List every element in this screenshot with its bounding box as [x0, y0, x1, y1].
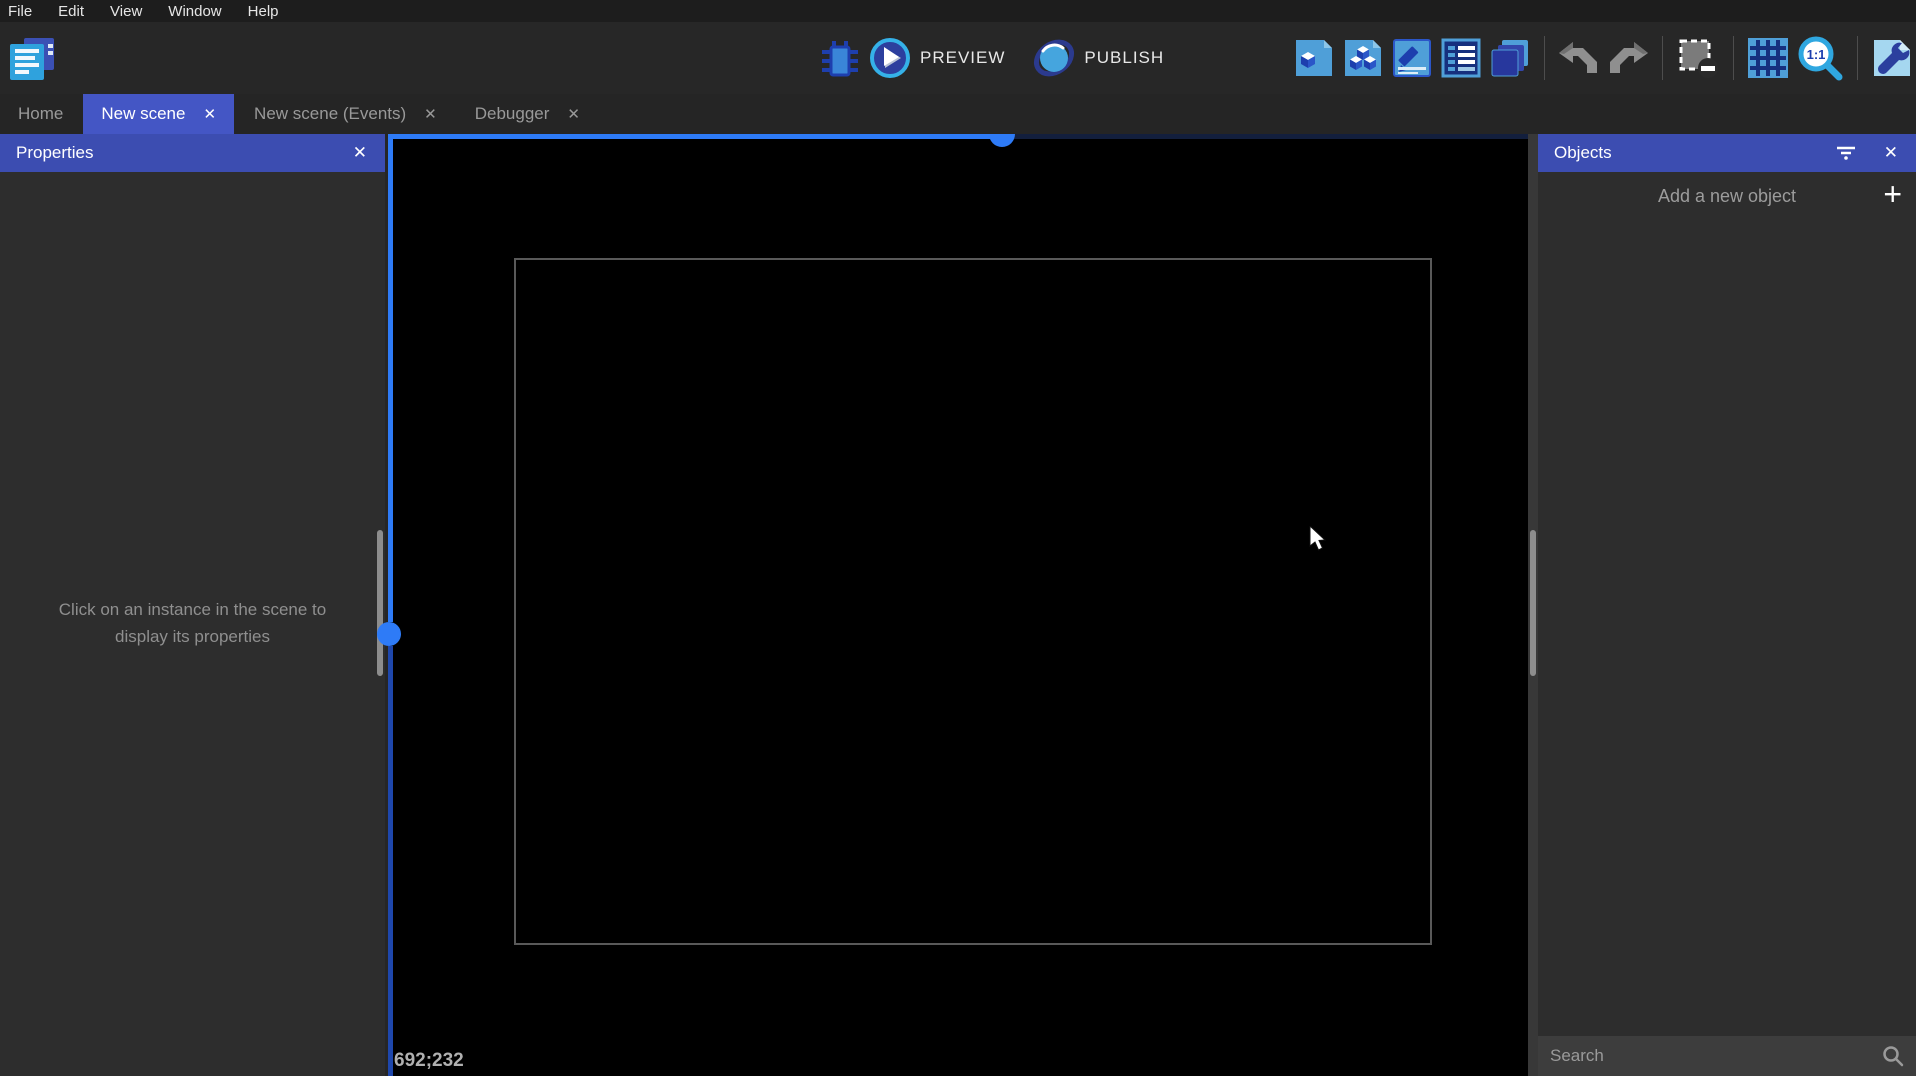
- canvas-left-border: [388, 134, 393, 622]
- plus-icon[interactable]: +: [1883, 176, 1902, 213]
- deselect-mask-icon[interactable]: [1677, 37, 1719, 79]
- menu-file[interactable]: File: [8, 3, 32, 20]
- debug-icon[interactable]: [820, 35, 860, 81]
- zoom-1-1-icon[interactable]: 1:1: [1797, 35, 1843, 81]
- menu-help[interactable]: Help: [248, 3, 279, 20]
- objects-search-bar: [1538, 1036, 1916, 1076]
- preview-play-icon[interactable]: [869, 37, 911, 79]
- toolbar-divider: [1544, 36, 1545, 80]
- menu-bar: File Edit View Window Help: [0, 0, 1916, 22]
- toolbar-divider: [1733, 36, 1734, 80]
- tab-debugger[interactable]: Debugger ✕: [457, 94, 598, 134]
- close-icon[interactable]: ✕: [567, 105, 580, 123]
- menu-view[interactable]: View: [110, 3, 142, 20]
- close-icon[interactable]: ✕: [203, 105, 216, 123]
- redo-icon[interactable]: [1608, 42, 1648, 74]
- toolbar-divider: [1662, 36, 1663, 80]
- toggle-grid-icon[interactable]: [1748, 38, 1788, 78]
- top-drag-handle[interactable]: [989, 134, 1015, 147]
- left-scrollbar-thumb[interactable]: [377, 530, 383, 676]
- toolbar-right-group: 1:1: [1294, 22, 1912, 94]
- close-icon[interactable]: ✕: [351, 143, 369, 163]
- tab-label: Debugger: [474, 104, 550, 123]
- toolbar: PREVIEW PUBLISH 1:1: [0, 22, 1916, 94]
- undo-icon[interactable]: [1559, 42, 1599, 74]
- svg-text:1:1: 1:1: [1807, 47, 1826, 62]
- open-object-groups-panel-icon[interactable]: [1343, 38, 1383, 78]
- search-icon[interactable]: [1882, 1045, 1904, 1067]
- right-scrollbar-track[interactable]: [1528, 134, 1538, 1076]
- tab-label: Home: [18, 104, 64, 123]
- left-drag-handle[interactable]: [377, 622, 401, 646]
- cursor-coordinates: 692;232: [394, 1050, 464, 1071]
- tab-label: New scene (Events): [254, 104, 407, 123]
- tab-new-scene[interactable]: New scene ✕: [83, 94, 235, 134]
- menu-window[interactable]: Window: [168, 3, 221, 20]
- publish-button[interactable]: PUBLISH: [1084, 48, 1164, 68]
- objects-panel-header: Objects ✕: [1538, 134, 1916, 172]
- add-new-object-button[interactable]: Add a new object +: [1538, 172, 1916, 220]
- objects-panel-title: Objects: [1554, 143, 1612, 162]
- toolbar-divider: [1857, 36, 1858, 80]
- canvas-left-border-dim: [388, 646, 393, 1076]
- tab-label: New scene: [101, 104, 186, 123]
- preview-button[interactable]: PREVIEW: [920, 48, 1005, 68]
- canvas-top-border-dim: [1002, 134, 1528, 139]
- open-scene-properties-icon[interactable]: [1872, 38, 1912, 78]
- gdevelop-window: File Edit View Window Help PREVIEW PUBLI…: [0, 0, 1916, 1076]
- tab-home[interactable]: Home: [0, 94, 81, 134]
- menu-edit[interactable]: Edit: [58, 3, 84, 20]
- add-new-object-label: Add a new object: [1657, 185, 1797, 206]
- properties-empty-message: Click on an instance in the scene to dis…: [58, 600, 327, 646]
- scene-canvas[interactable]: 692;232: [377, 134, 1528, 1076]
- mouse-cursor: [1308, 524, 1330, 557]
- toolbar-center-group: PREVIEW PUBLISH: [820, 22, 1164, 94]
- open-layers-panel-icon[interactable]: [1490, 38, 1530, 78]
- tab-bar: Home New scene ✕ New scene (Events) ✕ De…: [0, 94, 1916, 134]
- tab-new-scene-events[interactable]: New scene (Events) ✕: [236, 94, 455, 134]
- properties-panel-title: Properties: [16, 143, 94, 162]
- project-manager-icon[interactable]: [8, 36, 58, 82]
- publish-globe-icon[interactable]: [1033, 37, 1075, 79]
- filter-icon[interactable]: [1836, 146, 1856, 160]
- open-objects-panel-icon[interactable]: [1294, 38, 1334, 78]
- properties-panel-header: Properties ✕: [0, 134, 385, 172]
- search-input[interactable]: [1550, 1046, 1882, 1066]
- main-area: Properties ✕ Click on an instance in the…: [0, 134, 1916, 1076]
- close-icon[interactable]: ✕: [424, 105, 437, 123]
- right-scrollbar-thumb[interactable]: [1530, 530, 1536, 676]
- properties-panel: Properties ✕ Click on an instance in the…: [0, 134, 385, 1076]
- objects-panel: Objects ✕ Add a new object +: [1538, 134, 1916, 1076]
- canvas-top-border: [388, 134, 1002, 139]
- close-icon[interactable]: ✕: [1882, 143, 1900, 163]
- open-properties-panel-icon[interactable]: [1392, 38, 1432, 78]
- game-window-frame: [514, 258, 1432, 945]
- open-instances-list-panel-icon[interactable]: [1441, 38, 1481, 78]
